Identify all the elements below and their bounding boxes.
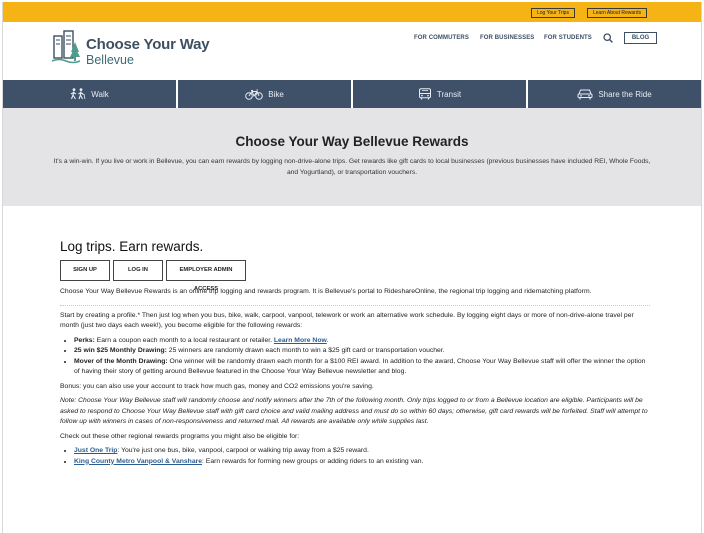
log-in-button[interactable]: LOG IN [113, 260, 163, 281]
employer-admin-button[interactable]: EMPLOYER ADMIN ACCESS [166, 260, 246, 292]
mode-share-label: Share the Ride [598, 89, 652, 99]
divider [60, 304, 650, 306]
king-county-vanpool-link[interactable]: King County Metro Vanpool & Vanshare [74, 458, 202, 465]
bus-icon [418, 88, 431, 100]
learn-more-link[interactable]: Learn More Now [274, 337, 327, 344]
list-item: Mover of the Month Drawing: One winner w… [74, 357, 650, 378]
mode-bike-label: Bike [268, 89, 284, 99]
list-item: Just One Trip: You're just one bus, bike… [74, 446, 650, 457]
page-frame: Log Your Trips Learn About Rewards Choos… [2, 2, 702, 533]
nav-for-commuters[interactable]: FOR COMMUTERS [414, 35, 469, 41]
other-programs-paragraph: Check out these other regional rewards p… [60, 432, 300, 440]
hero-title: Choose Your Way Bellevue Rewards [235, 134, 469, 149]
site-header: Choose Your Way Bellevue FOR COMMUTERS F… [3, 22, 701, 80]
list-item: Perks: Earn a coupon each month to a loc… [74, 336, 650, 347]
nav-for-businesses[interactable]: FOR BUSINESSES [480, 35, 534, 41]
walk-icon [70, 88, 86, 100]
mode-walk-label: Walk [91, 89, 109, 99]
hero-banner: Choose Your Way Bellevue Rewards It's a … [3, 108, 701, 206]
programs-list: Just One Trip: You're just one bus, bike… [74, 446, 650, 467]
learn-rewards-button[interactable]: Learn About Rewards [587, 8, 648, 18]
section-heading: Log trips. Earn rewards. [60, 239, 204, 254]
nav-for-students[interactable]: FOR STUDENTS [544, 35, 592, 41]
intro-paragraph: Choose Your Way Bellevue Rewards is an o… [60, 288, 592, 295]
logo-icon[interactable] [51, 28, 81, 66]
reward-after: . [326, 336, 329, 344]
program-text: : Earn rewards for forming new groups or… [202, 457, 424, 465]
start-paragraph: Start by creating a profile.* Then just … [60, 311, 634, 330]
note-paragraph: Note: Choose Your Way Bellevue staff wil… [60, 397, 648, 425]
program-text: : You're just one bus, bike, vanpool, ca… [117, 447, 369, 454]
rewards-list: Perks: Earn a coupon each month to a loc… [74, 336, 650, 378]
logo-subtitle[interactable]: Bellevue [86, 53, 134, 67]
mode-bike[interactable]: Bike [178, 80, 353, 108]
top-utility-bar: Log Your Trips Learn About Rewards [3, 2, 701, 22]
reward-text: 25 winners are randomly drawn each month… [166, 347, 445, 354]
mode-navigation: Walk Bike Transit Share the Ride [3, 80, 701, 108]
bonus-paragraph: Bonus: you can also use your account to … [60, 382, 374, 390]
car-icon [577, 89, 593, 100]
log-trips-button[interactable]: Log Your Trips [531, 8, 575, 18]
sign-up-button[interactable]: SIGN UP [60, 260, 110, 281]
reward-text: Earn a coupon each month to a local rest… [94, 336, 274, 344]
just-one-trip-link[interactable]: Just One Trip [74, 447, 117, 454]
main-content: Log trips. Earn rewards. SIGN UP LOG IN … [3, 239, 701, 467]
search-icon[interactable] [603, 33, 613, 43]
bike-icon [245, 89, 264, 100]
mode-share-the-ride[interactable]: Share the Ride [528, 80, 701, 108]
blog-button[interactable]: BLOG [624, 32, 657, 44]
mode-transit[interactable]: Transit [353, 80, 528, 108]
logo-title[interactable]: Choose Your Way [86, 36, 210, 53]
action-buttons: SIGN UP LOG IN EMPLOYER ADMIN ACCESS [60, 260, 701, 292]
mode-walk[interactable]: Walk [3, 80, 178, 108]
mode-transit-label: Transit [436, 89, 462, 99]
reward-title: Mover of the Month Drawing: [74, 357, 168, 365]
reward-title: Perks: [74, 336, 95, 344]
reward-title: 25 win $25 Monthly Drawing: [74, 347, 167, 354]
list-item: King County Metro Vanpool & Vanshare: Ea… [74, 457, 650, 468]
hero-text: It's a win-win. If you live or work in B… [53, 158, 651, 176]
list-item: 25 win $25 Monthly Drawing: 25 winners a… [74, 346, 650, 357]
